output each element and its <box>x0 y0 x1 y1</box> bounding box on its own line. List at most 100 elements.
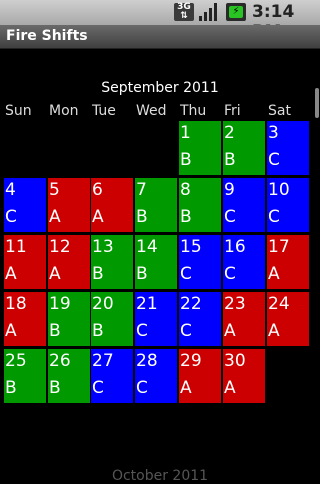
day-cell[interactable]: 28 C <box>135 349 177 403</box>
day-number: 28 <box>136 351 158 371</box>
day-number: 30 <box>224 351 246 371</box>
shift-label: A <box>224 378 236 398</box>
shift-label: B <box>136 207 148 227</box>
shift-label: A <box>224 321 236 341</box>
weekday-label: Mon <box>49 103 79 119</box>
title-bar: Fire Shifts <box>0 25 320 49</box>
weekday-label: Sat <box>268 103 291 119</box>
day-cell[interactable]: 12 A <box>48 235 90 289</box>
shift-label: A <box>268 264 280 284</box>
weekday-label: Sun <box>5 103 32 119</box>
day-cell[interactable]: 20 B <box>91 292 133 346</box>
day-cell[interactable]: 29 A <box>179 349 221 403</box>
day-number: 26 <box>49 351 71 371</box>
day-number: 19 <box>49 294 71 314</box>
shift-label: B <box>180 150 192 170</box>
app-title: Fire Shifts <box>6 28 88 44</box>
day-cell[interactable]: 4C <box>4 178 46 232</box>
weekday-label: Thu <box>180 103 207 119</box>
day-cell[interactable]: 23 A <box>223 292 265 346</box>
shift-label: C <box>5 207 17 227</box>
shift-label: C <box>268 150 280 170</box>
month-title: September 2011 <box>101 80 219 96</box>
shift-label: A <box>268 321 280 341</box>
shift-label: C <box>136 378 148 398</box>
day-number: 22 <box>180 294 202 314</box>
day-cell[interactable]: 21 C <box>135 292 177 346</box>
day-number: 18 <box>5 294 27 314</box>
day-cell[interactable]: 6A <box>91 178 133 232</box>
network-3g-icon: 3G ⇅ <box>174 3 194 21</box>
weekday-label: Fri <box>224 103 241 119</box>
shift-label: B <box>136 264 148 284</box>
day-cell[interactable]: 15 C <box>179 235 221 289</box>
scrollbar[interactable] <box>315 88 319 118</box>
day-cell[interactable]: 7B <box>135 178 177 232</box>
day-number: 12 <box>49 237 71 257</box>
next-month-title: October 2011 <box>111 468 209 484</box>
day-cell[interactable]: 18 A <box>4 292 46 346</box>
status-bar: 3G⇅ ⚡ 3:14 PM <box>0 0 320 42</box>
shift-label: B <box>92 264 104 284</box>
day-cell[interactable]: 27 C <box>91 349 133 403</box>
shift-label: C <box>224 207 236 227</box>
day-cell[interactable]: 13 B <box>91 235 133 289</box>
shift-label: A <box>180 378 192 398</box>
day-cell[interactable]: 26 B <box>48 349 90 403</box>
day-cell[interactable]: 19 B <box>48 292 90 346</box>
day-cell[interactable]: 8B <box>179 178 221 232</box>
day-cell[interactable]: 9C <box>223 178 265 232</box>
day-number: 16 <box>224 237 246 257</box>
network-type-label: 3G <box>177 2 191 12</box>
day-cell[interactable]: 10 C <box>267 178 309 232</box>
day-cell[interactable]: 14 B <box>135 235 177 289</box>
day-number: 1 <box>180 123 191 143</box>
day-cell[interactable]: 3C <box>267 121 309 175</box>
day-number: 24 <box>268 294 290 314</box>
day-cell[interactable]: 24 A <box>267 292 309 346</box>
day-cell[interactable]: 11 A <box>4 235 46 289</box>
shift-label: B <box>49 378 61 398</box>
weekday-label: Wed <box>136 103 167 119</box>
day-number: 17 <box>268 237 290 257</box>
day-cell[interactable]: 17 A <box>267 235 309 289</box>
shift-label: C <box>224 264 236 284</box>
day-cell[interactable]: 1B <box>179 121 221 175</box>
day-number: 20 <box>92 294 114 314</box>
day-number: 5 <box>49 180 60 200</box>
day-number: 29 <box>180 351 202 371</box>
shift-label: B <box>5 378 17 398</box>
day-number: 3 <box>268 123 279 143</box>
day-number: 25 <box>5 351 27 371</box>
shift-label: C <box>180 264 192 284</box>
day-cell[interactable]: 30 A <box>223 349 265 403</box>
shift-label: A <box>49 207 61 227</box>
shift-label: A <box>5 321 17 341</box>
day-cell[interactable]: 5A <box>48 178 90 232</box>
day-number: 23 <box>224 294 246 314</box>
day-cell[interactable]: 25 B <box>4 349 46 403</box>
weekday-label: Tue <box>92 103 116 119</box>
day-number: 11 <box>5 237 27 257</box>
signal-icon <box>199 3 219 21</box>
shift-label: B <box>180 207 192 227</box>
day-number: 4 <box>5 180 16 200</box>
day-cell[interactable]: 2B <box>223 121 265 175</box>
shift-label: B <box>224 150 236 170</box>
shift-label: B <box>49 321 61 341</box>
shift-label: A <box>5 264 17 284</box>
day-cell[interactable]: 22 C <box>179 292 221 346</box>
day-number: 7 <box>136 180 147 200</box>
shift-label: C <box>92 378 104 398</box>
day-number: 10 <box>268 180 290 200</box>
day-number: 14 <box>136 237 158 257</box>
day-number: 6 <box>92 180 103 200</box>
shift-label: B <box>92 321 104 341</box>
day-number: 27 <box>92 351 114 371</box>
day-number: 13 <box>92 237 114 257</box>
battery-charging-icon: ⚡ <box>226 3 246 21</box>
day-number: 21 <box>136 294 158 314</box>
shift-label: C <box>136 321 148 341</box>
shift-label: A <box>49 264 61 284</box>
day-cell[interactable]: 16 C <box>223 235 265 289</box>
